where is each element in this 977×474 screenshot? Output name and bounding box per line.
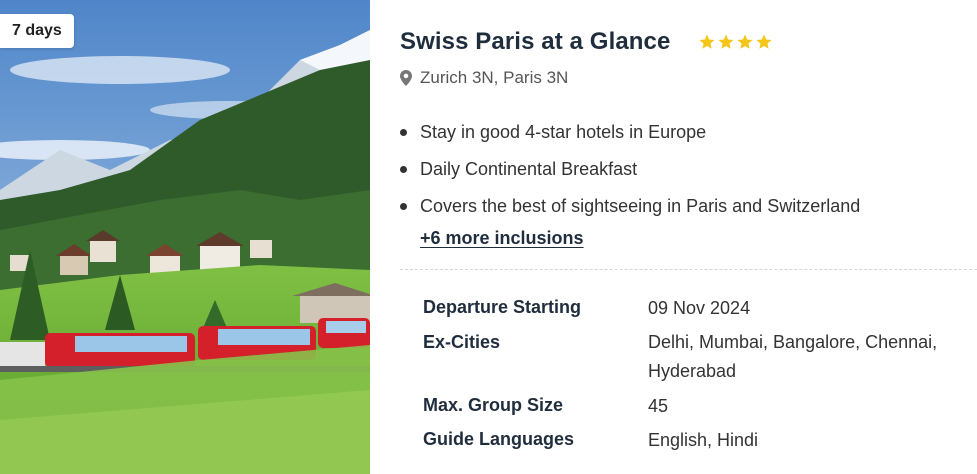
guide-languages-label: Guide Languages (423, 429, 575, 449)
guide-languages-value: English, Hindi (648, 430, 759, 450)
detail-row-group-size: Max. Group Size 45 (423, 392, 968, 426)
star-icon (737, 34, 753, 49)
ex-cities-value: Delhi, Mumbai, Bangalore, Chennai, Hyder… (648, 328, 968, 392)
ex-cities-line: Delhi, Mumbai, Bangalore, Chennai, (648, 332, 938, 352)
map-pin-icon (400, 70, 412, 86)
group-size-label: Max. Group Size (423, 395, 564, 415)
bullet-icon (400, 203, 407, 210)
inclusion-text: Stay in good 4-star hotels in Europe (420, 122, 707, 142)
detail-row-guide-languages: Guide Languages English, Hindi (423, 426, 968, 460)
title-row: Swiss Paris at a Glance (400, 28, 773, 56)
package-title[interactable]: Swiss Paris at a Glance (400, 28, 670, 56)
bullet-icon (400, 166, 407, 173)
departure-label: Departure Starting (423, 297, 582, 317)
departure-value: 09 Nov 2024 (648, 298, 751, 318)
location-row: Zurich 3N, Paris 3N (400, 68, 568, 88)
star-rating (698, 33, 773, 51)
alpine-train-illustration (0, 0, 370, 474)
star-icon (718, 34, 734, 49)
ex-cities-label: Ex-Cities (423, 332, 501, 352)
tour-package-card: 7 days Swiss Paris at a Glance Zurich 3N… (0, 0, 977, 474)
duration-badge: 7 days (0, 14, 74, 48)
inclusion-text: Daily Continental Breakfast (420, 159, 638, 179)
star-icon (756, 34, 772, 49)
star-icon (699, 34, 715, 49)
inclusion-text: Covers the best of sightseeing in Paris … (420, 196, 861, 216)
detail-row-departure: Departure Starting 09 Nov 2024 (423, 294, 968, 328)
divider (400, 269, 977, 270)
ex-cities-line: Hyderabad (648, 361, 737, 381)
location-text: Zurich 3N, Paris 3N (420, 68, 569, 87)
list-item: Stay in good 4-star hotels in Europe (400, 114, 860, 151)
list-item: Daily Continental Breakfast (400, 151, 860, 188)
package-details: Departure Starting 09 Nov 2024 Ex-Cities… (423, 294, 968, 460)
inclusions-list: Stay in good 4-star hotels in Europe Dai… (400, 114, 860, 225)
detail-row-ex-cities: Ex-Cities Delhi, Mumbai, Bangalore, Chen… (423, 328, 968, 392)
package-photo[interactable]: 7 days (0, 0, 370, 474)
group-size-value: 45 (648, 396, 669, 416)
bullet-icon (400, 129, 407, 136)
list-item: Covers the best of sightseeing in Paris … (400, 188, 860, 225)
package-info: Swiss Paris at a Glance Zurich 3N, Paris… (400, 0, 977, 474)
more-inclusions-link[interactable]: +6 more inclusions (420, 228, 584, 249)
